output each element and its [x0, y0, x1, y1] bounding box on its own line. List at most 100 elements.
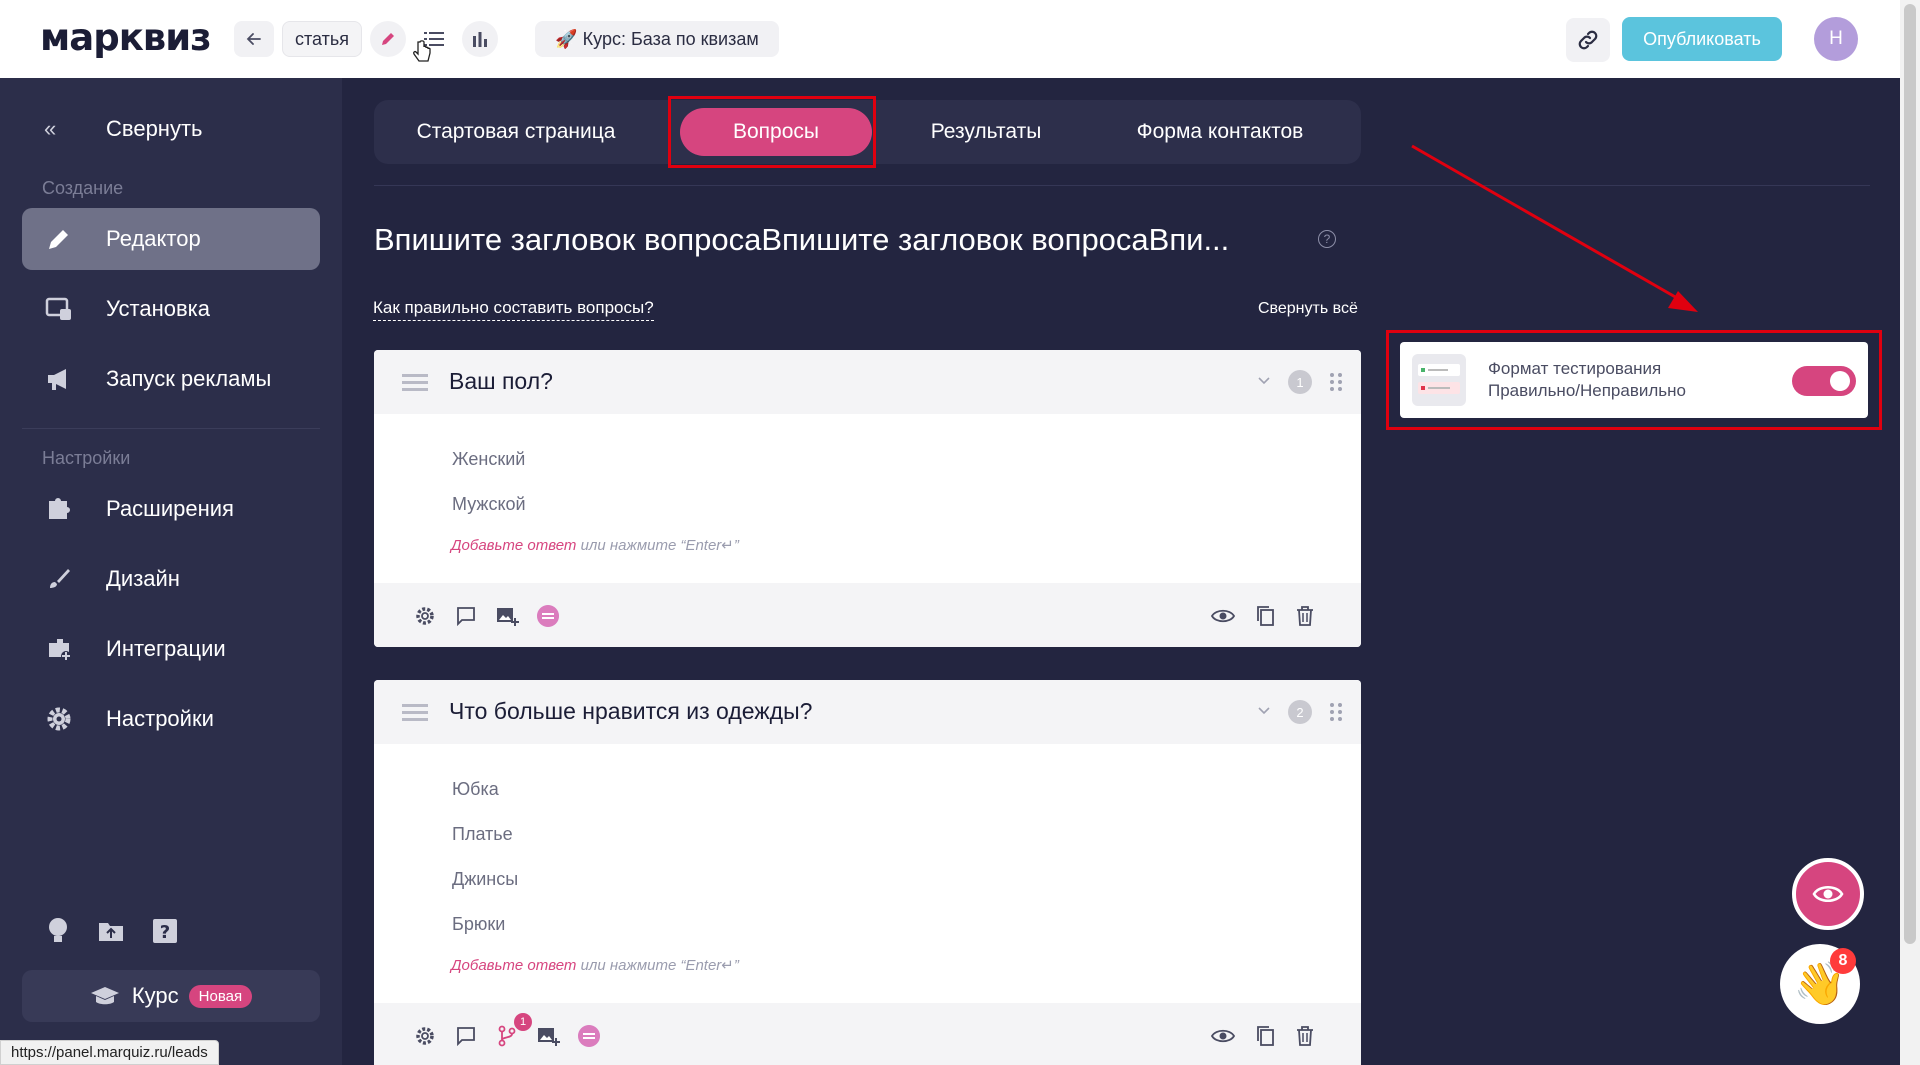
sidebar-collapse-button[interactable]: « Свернуть: [44, 116, 203, 142]
arrow-left-icon: [246, 33, 261, 45]
add-image-icon[interactable]: [494, 603, 520, 629]
question-header[interactable]: Что больше нравится из одежды? 2: [374, 680, 1361, 744]
add-answer-hint: или нажмите “Enter↵”: [576, 957, 739, 974]
copy-icon[interactable]: [1252, 603, 1278, 629]
add-answer-row[interactable]: Добавьте ответ или нажмите “Enter↵”: [451, 536, 739, 554]
sidebar-item-install[interactable]: Установка: [22, 278, 320, 340]
trash-icon[interactable]: [1292, 603, 1318, 629]
page-title[interactable]: Впишите загловок вопросаВпишите загловок…: [374, 222, 1229, 258]
sidebar-item-label: Установка: [106, 296, 210, 321]
sidebar-item-label: Интеграции: [106, 636, 226, 661]
sidebar-section-create: Создание: [42, 178, 124, 198]
avatar[interactable]: Н: [1814, 17, 1858, 61]
upload-folder-icon[interactable]: [96, 916, 126, 946]
chevron-down-icon[interactable]: [1256, 372, 1272, 388]
drag-handle-icon[interactable]: [1329, 372, 1343, 392]
add-image-icon[interactable]: [535, 1023, 561, 1049]
status-url-tooltip: https://panel.marquiz.ru/leads: [0, 1040, 219, 1065]
sidebar-item-extensions[interactable]: Расширения: [22, 478, 320, 540]
svg-text:?: ?: [160, 922, 170, 943]
tab-start-page[interactable]: Стартовая страница: [400, 108, 632, 156]
visibility-icon[interactable]: [1210, 1023, 1236, 1049]
comment-icon[interactable]: [453, 603, 479, 629]
question-type-list-icon: [402, 704, 428, 721]
answer-option[interactable]: Платье: [452, 824, 513, 845]
logo[interactable]: марквиз: [40, 16, 212, 59]
back-button[interactable]: [234, 21, 274, 57]
quiz-name[interactable]: 🚀 Курс: База по квизам: [535, 21, 779, 57]
sidebar: « Свернуть Создание Редактор Установка З…: [0, 78, 342, 1065]
chat-unread-badge: 8: [1830, 948, 1856, 974]
sidebar-divider: [22, 428, 320, 429]
chevron-down-icon[interactable]: [1256, 702, 1272, 718]
graduation-cap-icon: [90, 987, 119, 1005]
add-answer-link[interactable]: Добавьте ответ: [451, 537, 576, 554]
answer-option[interactable]: Мужской: [452, 494, 526, 515]
sidebar-collapse-label: Свернуть: [106, 116, 203, 141]
add-answer-link[interactable]: Добавьте ответ: [451, 957, 576, 974]
question-card: Что больше нравится из одежды? 2 Юбка Пл…: [374, 680, 1361, 1065]
eye-icon: [1812, 885, 1844, 903]
copy-icon[interactable]: [1252, 1023, 1278, 1049]
pencil-icon: [382, 33, 394, 45]
sidebar-item-integrations[interactable]: Интеграции: [22, 618, 320, 680]
edit-mode-button[interactable]: [370, 21, 406, 57]
sidebar-item-label: Дизайн: [106, 566, 180, 591]
trash-icon[interactable]: [1292, 1023, 1318, 1049]
sidebar-item-design[interactable]: Дизайн: [22, 548, 320, 610]
answer-option[interactable]: Женский: [452, 449, 525, 470]
visibility-icon[interactable]: [1210, 603, 1236, 629]
question-number: 2: [1288, 700, 1312, 724]
answer-option[interactable]: Юбка: [452, 779, 499, 800]
drag-handle-icon[interactable]: [1329, 702, 1343, 722]
help-icon[interactable]: ?: [150, 916, 180, 946]
add-answer-hint: или нажмите “Enter↵”: [576, 537, 739, 554]
tab-highlight-frame: [668, 96, 876, 168]
share-link-button[interactable]: [1566, 18, 1610, 62]
question-title: Что больше нравится из одежды?: [449, 698, 813, 724]
course-label: Курс: [131, 983, 179, 1008]
top-bar: марквиз статья 🚀 Курс: База по квизам Оп…: [0, 0, 1900, 78]
question-type-list-icon: [402, 374, 428, 391]
new-badge: Новая: [188, 984, 253, 1008]
stats-button[interactable]: [462, 21, 498, 57]
install-window-icon: [44, 294, 74, 324]
add-answer-row[interactable]: Добавьте ответ или нажмите “Enter↵”: [451, 956, 739, 974]
toggle-highlight-frame: [1386, 330, 1882, 430]
folder-button[interactable]: статья: [282, 21, 362, 57]
ai-assistant-icon[interactable]: [535, 603, 561, 629]
sidebar-item-settings[interactable]: Настройки: [22, 688, 320, 750]
how-to-questions-link[interactable]: Как правильно составить вопросы?: [373, 298, 654, 321]
answer-option[interactable]: Джинсы: [452, 869, 518, 890]
publish-button[interactable]: Опубликовать: [1622, 17, 1782, 61]
collapse-all-button[interactable]: Свернуть всё: [1258, 300, 1358, 318]
question-header[interactable]: Ваш пол? 1: [374, 350, 1361, 414]
answer-option[interactable]: Брюки: [452, 914, 505, 935]
ai-assistant-icon[interactable]: [576, 1023, 602, 1049]
gear-icon[interactable]: [412, 603, 438, 629]
sidebar-item-label: Редактор: [106, 226, 201, 251]
integrations-icon: [44, 634, 74, 664]
gear-icon[interactable]: [412, 1023, 438, 1049]
lightbulb-icon[interactable]: [43, 916, 73, 946]
tab-contact-form[interactable]: Форма контактов: [1110, 108, 1330, 156]
main-divider: [374, 185, 1870, 186]
brush-icon: [44, 564, 74, 594]
sidebar-section-settings: Настройки: [42, 448, 131, 468]
puzzle-plus-icon: [44, 494, 74, 524]
sidebar-item-label: Настройки: [106, 706, 214, 731]
bar-chart-icon: [473, 32, 487, 47]
sidebar-item-ads[interactable]: Запуск рекламы: [22, 348, 320, 410]
course-button[interactable]: Курс Новая: [22, 970, 320, 1022]
tab-results[interactable]: Результаты: [896, 108, 1076, 156]
pencil-icon: [44, 224, 74, 254]
question-card: Ваш пол? 1 Женский Мужской Добавьте отве…: [374, 350, 1361, 647]
preview-button[interactable]: [1792, 858, 1864, 930]
megaphone-icon: [44, 364, 74, 394]
comment-icon[interactable]: [453, 1023, 479, 1049]
gear-icon: [44, 704, 74, 734]
help-circle-icon[interactable]: ?: [1318, 230, 1336, 248]
scrollbar-thumb[interactable]: [1904, 4, 1916, 944]
hand-cursor-icon: [413, 40, 431, 62]
sidebar-item-editor[interactable]: Редактор: [22, 208, 320, 270]
